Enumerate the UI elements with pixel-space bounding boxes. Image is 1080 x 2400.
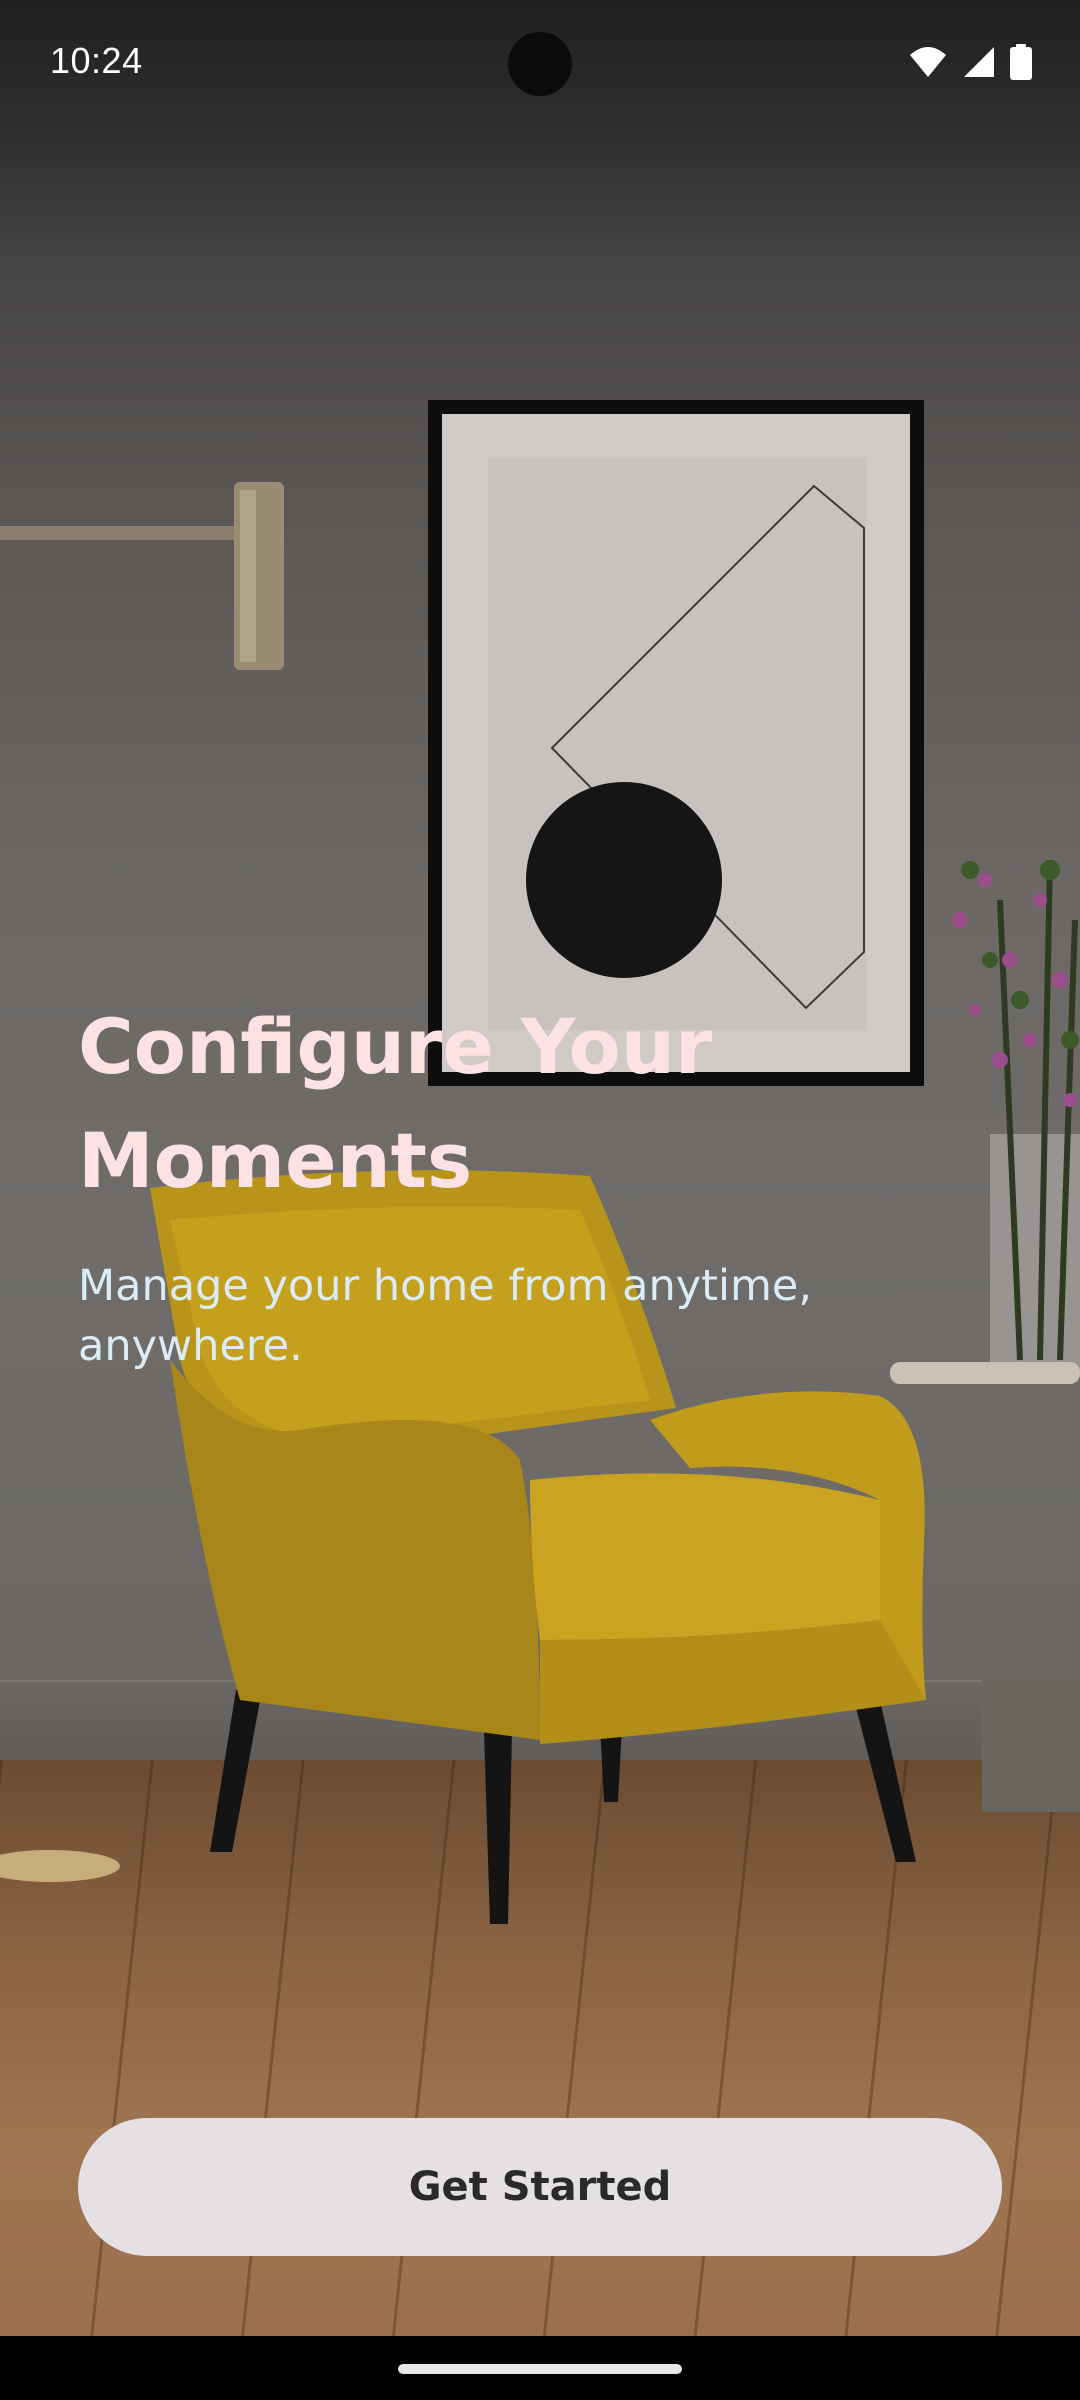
home-indicator[interactable] (398, 2364, 682, 2374)
camera-cutout (508, 32, 572, 96)
get-started-button[interactable]: Get Started (78, 2118, 1002, 2256)
wifi-icon (908, 45, 948, 79)
cellular-signal-icon (962, 45, 996, 79)
status-bar: 10:24 (0, 0, 1080, 130)
status-time: 10:24 (50, 40, 143, 81)
hero-content: Configure Your Moments Manage your home … (78, 990, 978, 1376)
stone-block (982, 1676, 1080, 1812)
onboarding-screen: 10:24 Configure Your Moments Manage your… (0, 0, 1080, 2400)
battery-icon (1010, 44, 1032, 80)
status-icons (908, 44, 1032, 80)
headline: Configure Your Moments (78, 1002, 713, 1205)
floor-lamp-base (0, 1850, 120, 1882)
framed-poster (428, 400, 924, 1086)
subheadline: Manage your home from anytime, anywhere. (78, 1261, 813, 1371)
wall-lamp (0, 482, 284, 670)
